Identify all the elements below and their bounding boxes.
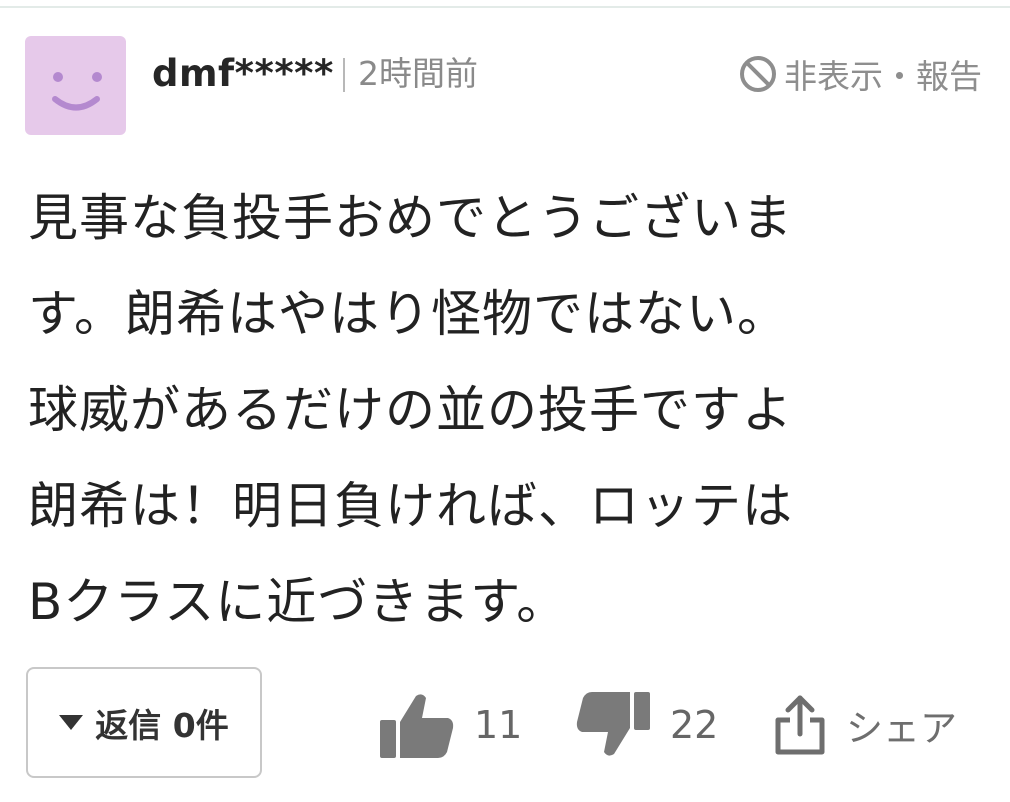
hide-report-button[interactable]: 非表示・報告 bbox=[738, 50, 982, 98]
thumbs-down-icon bbox=[576, 692, 650, 756]
hide-report-label: 非表示・報告 bbox=[784, 57, 982, 96]
reply-button[interactable]: 返信 0件 bbox=[26, 667, 262, 778]
top-divider bbox=[0, 6, 1010, 8]
comment-line: 朗希は！明日負ければ、ロッテは bbox=[28, 477, 793, 535]
like-count: 11 bbox=[474, 703, 523, 747]
reply-label: 返信 0件 bbox=[95, 705, 229, 745]
comment-line: 見事な負投手おめでとうございま bbox=[28, 189, 793, 247]
triangle-down-icon bbox=[59, 715, 84, 730]
share-button[interactable]: シェア bbox=[772, 685, 957, 765]
prohibited-icon bbox=[740, 56, 776, 92]
dislike-count: 22 bbox=[670, 703, 719, 747]
avatar[interactable] bbox=[25, 36, 126, 135]
timestamp: 2時間前 bbox=[358, 54, 478, 93]
smiley-face-icon bbox=[52, 72, 102, 111]
comment-body: 見事な負投手おめでとうございま す。朗希はやはり怪物ではない。 球威があるだけの… bbox=[28, 170, 988, 650]
share-label: シェア bbox=[846, 707, 957, 750]
username[interactable]: dmf***** bbox=[152, 50, 334, 98]
like-button[interactable]: 11 bbox=[378, 685, 522, 765]
comment-line: す。朗希はやはり怪物ではない。 bbox=[28, 285, 788, 343]
comment-line: Bクラスに近づきます。 bbox=[28, 573, 568, 631]
share-icon bbox=[775, 695, 825, 755]
thumbs-up-icon bbox=[380, 694, 454, 758]
dislike-button[interactable]: 22 bbox=[574, 685, 718, 765]
divider bbox=[343, 58, 345, 92]
comment-line: 球威があるだけの並の投手ですよ bbox=[28, 381, 793, 439]
